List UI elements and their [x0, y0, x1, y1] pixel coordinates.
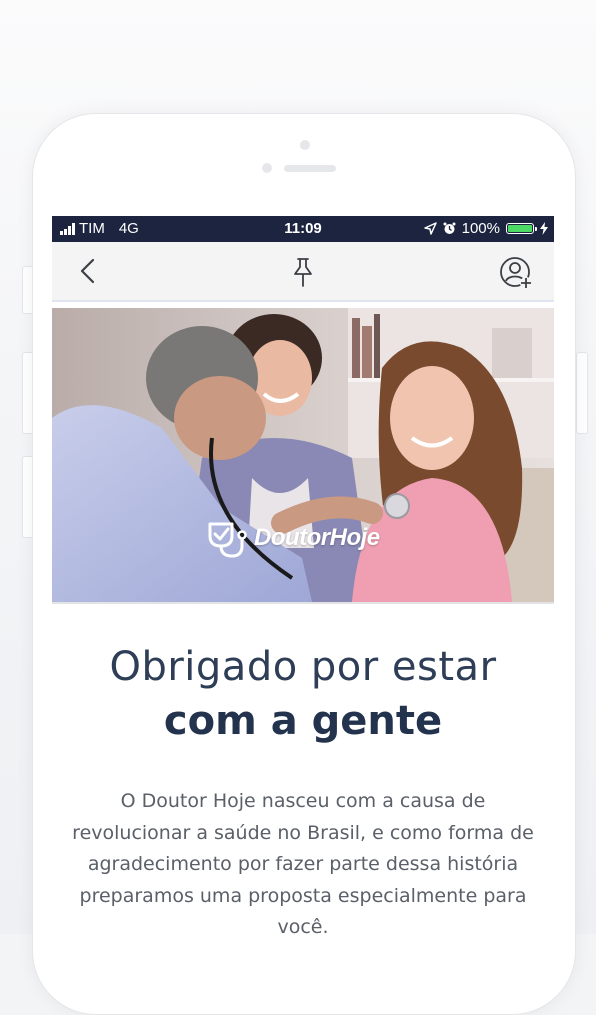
- back-chevron-icon[interactable]: [76, 256, 100, 286]
- page-title-line2: com a gente: [163, 698, 443, 744]
- battery-percentage: 100%: [461, 220, 500, 237]
- alarm-icon: [443, 222, 456, 234]
- front-camera: [300, 140, 310, 150]
- page-title-line1: Obrigado por estar: [109, 644, 497, 690]
- heart-stethoscope-icon: [208, 522, 247, 558]
- logo-text: DoutorHoje: [254, 524, 380, 551]
- proximity-sensor: [262, 163, 272, 173]
- charging-bolt-icon: [540, 222, 548, 235]
- power-button: [576, 352, 588, 434]
- add-user-icon[interactable]: [498, 256, 534, 290]
- navigation-bar: [52, 242, 554, 302]
- pin-icon[interactable]: [290, 256, 316, 288]
- location-arrow-icon: [423, 222, 437, 235]
- hero-image: DoutorHoje: [52, 308, 554, 602]
- hero-divider: [52, 602, 554, 604]
- battery-icon: [506, 223, 537, 234]
- doutorhoje-logo: DoutorHoje: [204, 518, 380, 558]
- intro-paragraph: O Doutor Hoje nasceu com a causa de revo…: [72, 790, 534, 934]
- status-bar: TIM 4G 11:09 100%: [52, 216, 554, 242]
- status-right: 100%: [423, 220, 548, 237]
- earpiece-speaker: [284, 165, 336, 172]
- battery-fill: [508, 225, 532, 232]
- phone-screen: TIM 4G 11:09 100% DoutorHoje Obrigado po…: [52, 216, 554, 934]
